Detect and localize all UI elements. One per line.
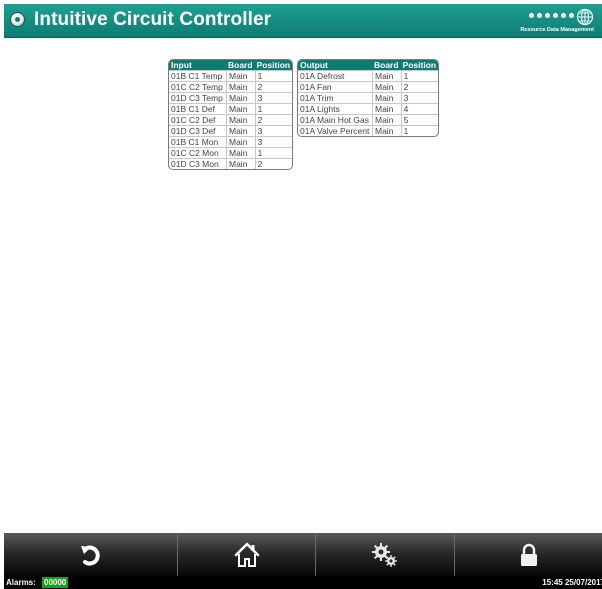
input-row: 01B C1 Temp Main 1 <box>169 70 293 81</box>
col-position: Position <box>400 60 439 70</box>
output-cell-position: 1 <box>400 70 439 81</box>
input-row: 01C C2 Mon Main 1 <box>169 147 293 158</box>
output-cell-board: Main <box>372 92 401 103</box>
output-row: 01A Defrost Main 1 <box>298 70 439 81</box>
input-cell-board: Main <box>226 125 255 136</box>
lock-icon <box>520 543 537 566</box>
col-input: Input <box>169 60 226 70</box>
col-position: Position <box>254 60 293 70</box>
col-board: Board <box>226 60 255 70</box>
back-icon <box>80 545 100 566</box>
output-row: 01A Fan Main 2 <box>298 81 439 92</box>
input-row: 01C C2 Def Main 2 <box>169 114 293 125</box>
output-row: 01A Trim Main 3 <box>298 92 439 103</box>
input-cell-name: 01D C3 Temp <box>169 92 226 103</box>
input-table-body: 01B C1 Temp Main 1 01C C2 Temp Main 2 01D C3 T… <box>169 70 293 169</box>
output-table: Output Board Position 01A Defrost Main 1 01… <box>297 59 440 137</box>
input-row: 01B C1 Def Main 1 <box>169 103 293 114</box>
status-bar: Alarms: 00000 15:45 25/07/2017 <box>4 576 602 589</box>
input-cell-board: Main <box>226 136 255 147</box>
output-cell-board: Main <box>372 103 401 114</box>
settings-icon <box>372 542 397 567</box>
input-cell-position: 3 <box>254 125 293 136</box>
output-cell-position: 2 <box>400 81 439 92</box>
input-cell-position: 1 <box>254 147 293 158</box>
output-row: 01A Valve Percent Main 1 <box>298 125 439 136</box>
output-cell-name: 01A Lights <box>298 103 372 114</box>
output-table-body: 01A Defrost Main 1 01A Fan Main 2 01A Trim Main… <box>298 70 439 136</box>
input-cell-position: 1 <box>254 103 293 114</box>
input-cell-board: Main <box>226 103 255 114</box>
input-cell-position: 2 <box>254 114 293 125</box>
output-cell-name: 01A Defrost <box>298 70 372 81</box>
input-cell-board: Main <box>226 158 255 169</box>
menu-button[interactable] <box>10 12 25 27</box>
alarms-label: Alarms: <box>6 578 36 587</box>
input-cell-name: 01B C1 Def <box>169 103 226 114</box>
app-frame: Intuitive Circuit Controller Resource Da… <box>4 4 602 589</box>
input-cell-name: 01C C2 Def <box>169 114 226 125</box>
input-cell-board: Main <box>226 81 255 92</box>
input-row: 01B C1 Mon Main 3 <box>169 136 293 147</box>
app-header: Intuitive Circuit Controller Resource Da… <box>4 4 602 38</box>
output-cell-board: Main <box>372 114 401 125</box>
home-icon <box>234 542 259 567</box>
input-cell-position: 3 <box>254 92 293 103</box>
col-board: Board <box>372 60 401 70</box>
home-button[interactable] <box>178 533 316 576</box>
input-row: 01D C3 Temp Main 3 <box>169 92 293 103</box>
output-table-header: Output Board Position <box>298 60 439 70</box>
input-cell-name: 01C C2 Temp <box>169 81 226 92</box>
output-cell-name: 01A Main Hot Gas <box>298 114 372 125</box>
output-cell-name: 01A Fan <box>298 81 372 92</box>
clock: 15:45 25/07/2017 <box>542 578 602 587</box>
settings-button[interactable] <box>316 533 455 576</box>
col-output: Output <box>298 60 372 70</box>
globe-icon <box>576 8 594 26</box>
input-cell-name: 01B C1 Temp <box>169 70 226 81</box>
output-row: 01A Lights Main 4 <box>298 103 439 114</box>
back-button[interactable] <box>4 533 178 576</box>
brand-dots <box>529 13 574 18</box>
input-table: Input Board Position 01B C1 Temp Main 1 01C… <box>168 59 294 170</box>
output-cell-position: 3 <box>400 92 439 103</box>
brand-logo: Resource Data Management <box>504 8 594 34</box>
output-cell-position: 5 <box>400 114 439 125</box>
lock-button[interactable] <box>455 533 602 576</box>
input-cell-board: Main <box>226 114 255 125</box>
input-cell-board: Main <box>226 147 255 158</box>
output-cell-position: 4 <box>400 103 439 114</box>
input-cell-board: Main <box>226 92 255 103</box>
output-cell-board: Main <box>372 70 401 81</box>
bottom-nav <box>4 533 602 576</box>
input-cell-board: Main <box>226 70 255 81</box>
output-cell-board: Main <box>372 81 401 92</box>
brand-name: Resource Data Management <box>520 27 594 33</box>
input-cell-position: 2 <box>254 158 293 169</box>
input-row: 01D C3 Def Main 3 <box>169 125 293 136</box>
input-table-header: Input Board Position <box>169 60 293 70</box>
input-cell-position: 2 <box>254 81 293 92</box>
output-row: 01A Main Hot Gas Main 5 <box>298 114 439 125</box>
page-title: Intuitive Circuit Controller <box>34 9 272 30</box>
input-row: 01C C2 Temp Main 2 <box>169 81 293 92</box>
input-cell-position: 3 <box>254 136 293 147</box>
input-cell-name: 01D C3 Def <box>169 125 226 136</box>
alarms-count[interactable]: 00000 <box>42 577 69 588</box>
output-cell-position: 1 <box>400 125 439 136</box>
input-cell-name: 01B C1 Mon <box>169 136 226 147</box>
output-cell-name: 01A Valve Percent <box>298 125 372 136</box>
input-row: 01D C3 Mon Main 2 <box>169 158 293 169</box>
input-cell-position: 1 <box>254 70 293 81</box>
output-cell-name: 01A Trim <box>298 92 372 103</box>
output-cell-board: Main <box>372 125 401 136</box>
input-cell-name: 01D C3 Mon <box>169 158 226 169</box>
input-cell-name: 01C C2 Mon <box>169 147 226 158</box>
